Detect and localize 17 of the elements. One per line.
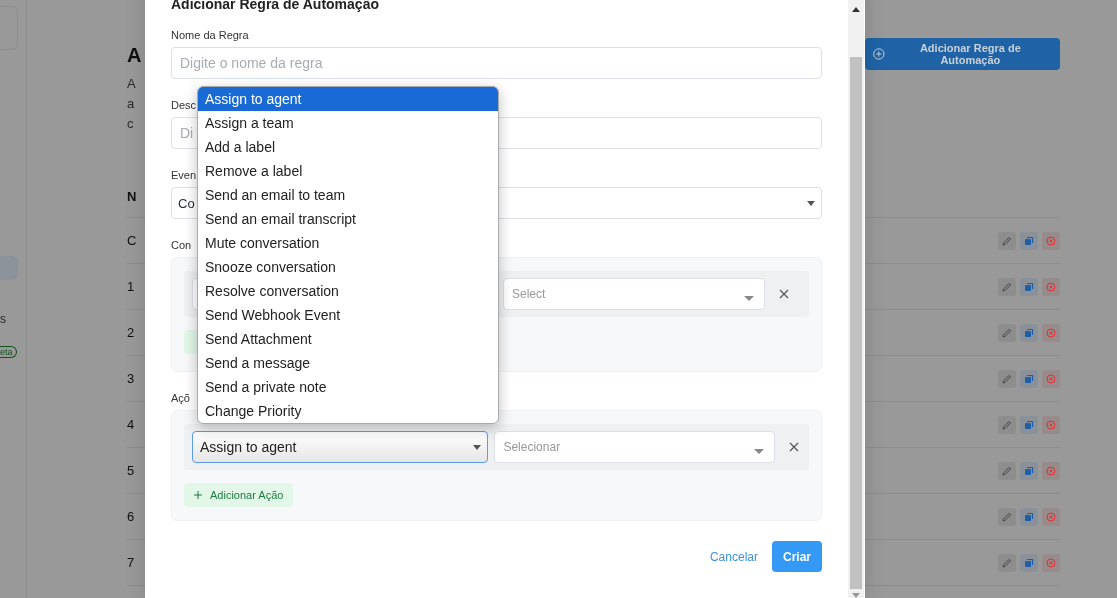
sidebar-label: s <box>0 312 6 326</box>
rule-name: 1 <box>127 279 135 294</box>
rule-name: 7 <box>127 555 135 570</box>
page-description: A <box>127 75 137 93</box>
rule-name: C <box>127 233 137 248</box>
rule-name: 6 <box>127 509 135 524</box>
rule-name: 3 <box>127 371 135 386</box>
field-label: Desc <box>171 98 197 113</box>
field-label: Açõ <box>171 391 190 406</box>
rule-name: 5 <box>127 463 135 478</box>
rule-name: 2 <box>127 325 135 340</box>
page-title: A <box>127 44 142 66</box>
field-label: Nome da Regra <box>171 28 249 43</box>
rule-name: 4 <box>127 417 135 432</box>
page-description: c <box>127 115 135 133</box>
field-label: Con <box>171 238 192 253</box>
page-description: a <box>127 95 136 113</box>
